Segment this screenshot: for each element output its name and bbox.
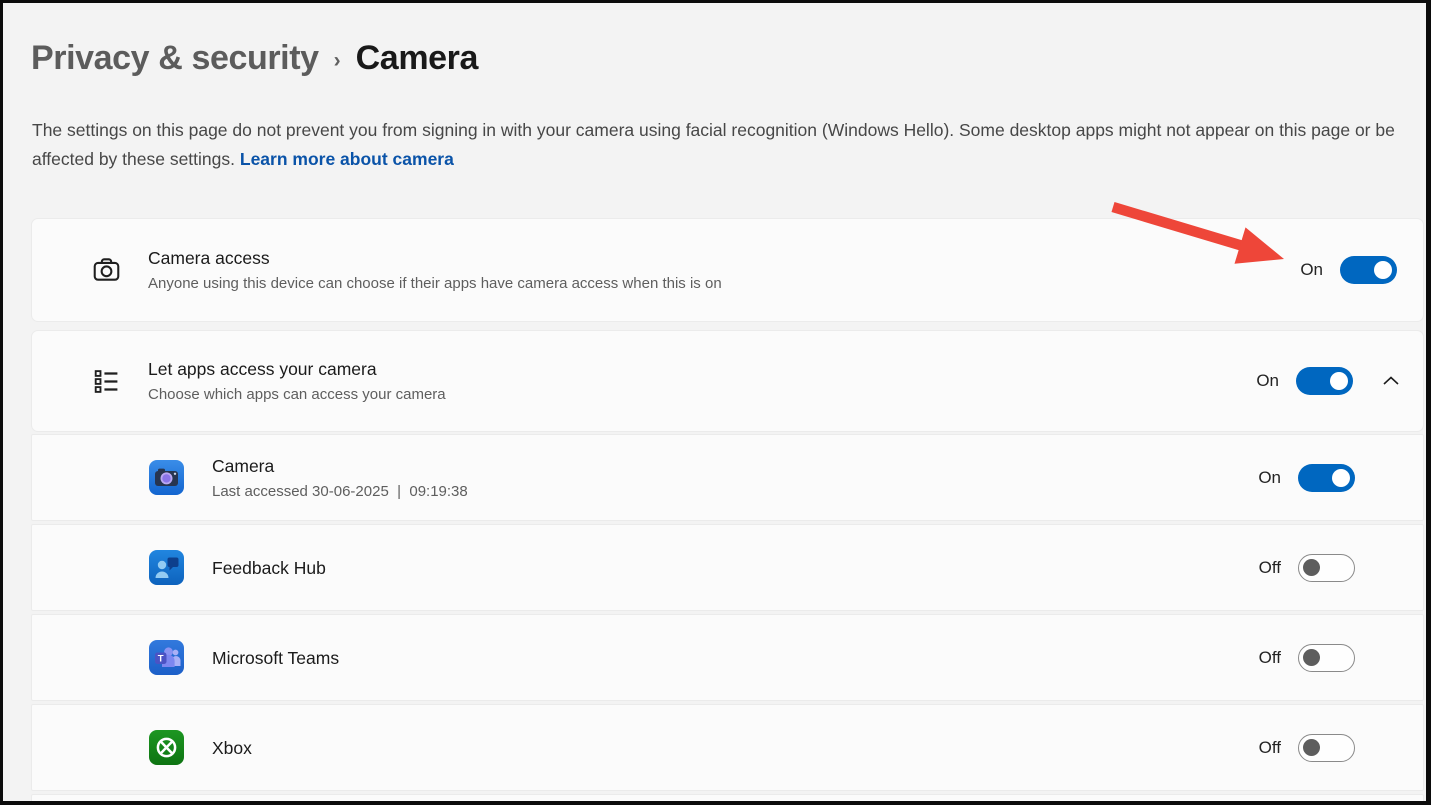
microsoft-teams-icon: T — [149, 640, 184, 675]
learn-more-link[interactable]: Learn more about camera — [240, 149, 454, 169]
page-title: Camera — [356, 39, 478, 78]
let-apps-controls: On — [1256, 367, 1423, 395]
page-description: The settings on this page do not prevent… — [32, 116, 1400, 174]
app-row-partial — [31, 794, 1424, 801]
breadcrumb-privacy-security[interactable]: Privacy & security — [31, 39, 319, 78]
toggle-knob — [1374, 261, 1392, 279]
app-toggle-label: Off — [1259, 558, 1281, 578]
microsoft-teams-toggle[interactable] — [1298, 644, 1355, 672]
app-text: Xbox — [212, 737, 252, 759]
xbox-icon — [149, 730, 184, 765]
app-name: Xbox — [212, 737, 252, 759]
app-row-feedback-hub: Feedback Hub Off — [31, 524, 1424, 611]
app-row-xbox: Xbox Off — [31, 704, 1424, 791]
camera-settings-page: Privacy & security › Camera The settings… — [3, 3, 1426, 801]
chevron-up-icon[interactable] — [1380, 370, 1402, 392]
toggle-knob — [1332, 469, 1350, 487]
app-controls: Off — [1259, 554, 1423, 582]
app-controls: Off — [1259, 644, 1423, 672]
camera-access-toggle-label: On — [1300, 260, 1323, 280]
camera-access-toggle[interactable] — [1340, 256, 1397, 284]
app-toggle-label: On — [1258, 468, 1281, 488]
app-text: Microsoft Teams — [212, 647, 339, 669]
app-text: Camera Last accessed 30-06-2025 | 09:19:… — [212, 455, 468, 501]
toggle-knob — [1303, 559, 1320, 576]
app-list-icon — [91, 366, 122, 397]
camera-access-card: Camera access Anyone using this device c… — [31, 218, 1424, 322]
camera-access-controls: On — [1300, 256, 1423, 284]
app-name: Camera — [212, 455, 468, 477]
description-text: The settings on this page do not prevent… — [32, 120, 1395, 169]
feedback-hub-toggle[interactable] — [1298, 554, 1355, 582]
let-apps-expander-header[interactable]: Let apps access your camera Choose which… — [31, 330, 1424, 432]
app-last-accessed: Last accessed 30-06-2025 | 09:19:38 — [212, 482, 468, 501]
let-apps-text: Let apps access your camera Choose which… — [148, 358, 446, 404]
camera-access-text: Camera access Anyone using this device c… — [148, 247, 722, 293]
camera-access-title: Camera access — [148, 247, 722, 269]
breadcrumb-chevron-icon: › — [334, 49, 341, 73]
app-name: Microsoft Teams — [212, 647, 339, 669]
toggle-knob — [1330, 372, 1348, 390]
let-apps-subtitle: Choose which apps can access your camera — [148, 385, 446, 404]
let-apps-toggle[interactable] — [1296, 367, 1353, 395]
toggle-knob — [1303, 739, 1320, 756]
teams-badge-letter: T — [158, 654, 164, 665]
app-row-microsoft-teams: T Microsoft Teams Off — [31, 614, 1424, 701]
app-controls: On — [1258, 464, 1423, 492]
breadcrumb: Privacy & security › Camera — [31, 39, 478, 78]
let-apps-toggle-label: On — [1256, 371, 1279, 391]
camera-access-subtitle: Anyone using this device can choose if t… — [148, 274, 722, 293]
app-toggle-label: Off — [1259, 738, 1281, 758]
camera-app-toggle[interactable] — [1298, 464, 1355, 492]
camera-app-icon — [149, 460, 184, 495]
feedback-hub-icon — [149, 550, 184, 585]
app-controls: Off — [1259, 734, 1423, 762]
app-row-camera: Camera Last accessed 30-06-2025 | 09:19:… — [31, 434, 1424, 521]
app-toggle-label: Off — [1259, 648, 1281, 668]
app-text: Feedback Hub — [212, 557, 326, 579]
let-apps-title: Let apps access your camera — [148, 358, 446, 380]
settings-window: Privacy & security › Camera The settings… — [0, 0, 1431, 805]
app-name: Feedback Hub — [212, 557, 326, 579]
toggle-knob — [1303, 649, 1320, 666]
camera-outline-icon — [91, 255, 122, 286]
xbox-toggle[interactable] — [1298, 734, 1355, 762]
